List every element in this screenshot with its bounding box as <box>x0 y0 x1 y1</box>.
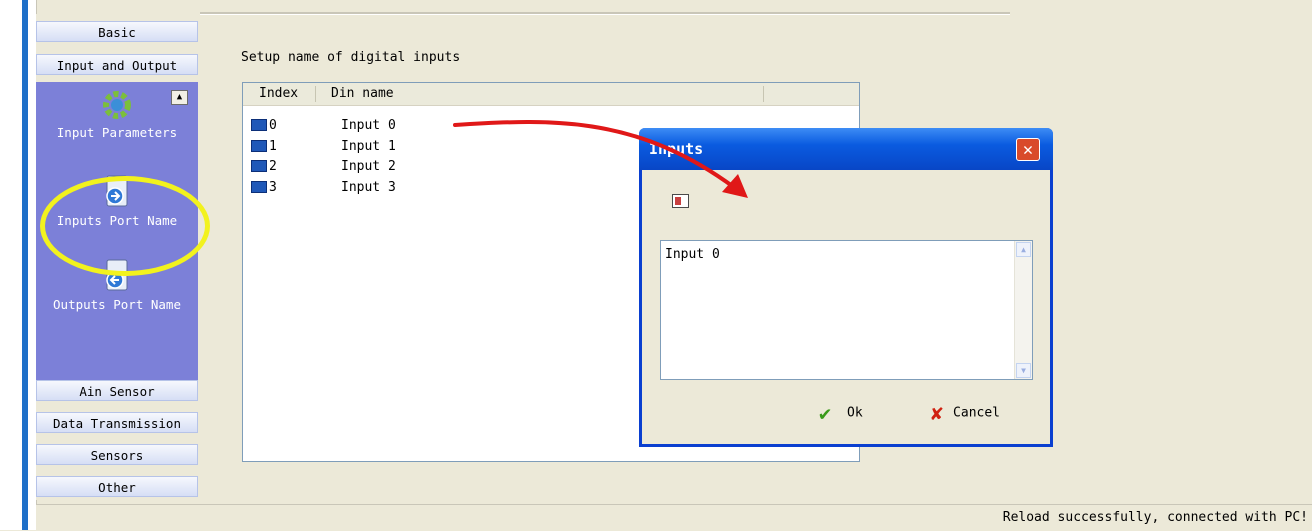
row-index: 0 <box>269 118 277 133</box>
name-card-icon[interactable] <box>672 194 689 208</box>
scroll-down-arrow-icon[interactable]: ▼ <box>1016 363 1031 378</box>
row-name: Input 0 <box>341 118 396 133</box>
page-title: Setup name of digital inputs <box>241 50 461 65</box>
status-bar: Reload successfully, connected with PC! <box>36 504 1312 531</box>
dialog-titlebar[interactable]: Inputs ✕ <box>639 128 1053 170</box>
sidebar-header-ain-sensor[interactable]: Ain Sensor <box>36 380 198 401</box>
list-header: Index Din name <box>243 83 859 106</box>
sidebar-header-other[interactable]: Other <box>36 476 198 497</box>
gear-icon <box>103 91 131 119</box>
sidebar-header-sensors[interactable]: Sensors <box>36 444 198 465</box>
close-button[interactable]: ✕ <box>1016 138 1040 161</box>
window-accent-bar <box>22 0 28 530</box>
input-arrow-icon <box>251 160 267 172</box>
input-name-field[interactable]: Input 0 ▲ ▼ <box>660 240 1033 380</box>
sidebar-header-basic[interactable]: Basic <box>36 21 198 42</box>
column-separator[interactable] <box>763 86 764 102</box>
memo-scrollbar[interactable]: ▲ ▼ <box>1014 241 1032 379</box>
top-divider <box>200 12 1010 15</box>
cancel-label: Cancel <box>953 405 1001 421</box>
sidebar-header-data-transmission[interactable]: Data Transmission <box>36 412 198 433</box>
check-icon: ✔ <box>819 401 832 425</box>
row-index: 1 <box>269 139 277 154</box>
sidebar-item-label: Outputs Port Name <box>53 297 181 312</box>
input-name-value[interactable]: Input 0 <box>665 247 720 262</box>
scroll-up-arrow-icon[interactable]: ▲ <box>1016 242 1031 257</box>
column-separator[interactable] <box>315 86 316 102</box>
highlight-ring <box>40 176 210 276</box>
row-name: Input 1 <box>341 139 396 154</box>
column-header-index[interactable]: Index <box>259 83 298 105</box>
cancel-button[interactable]: ✘ Cancel <box>931 401 1000 425</box>
ok-button[interactable]: ✔ Ok <box>819 401 863 425</box>
cancel-x-icon: ✘ <box>931 401 944 425</box>
sidebar-item-input-parameters[interactable]: Input Parameters <box>36 88 198 140</box>
window-left-edge <box>0 0 37 530</box>
row-index: 2 <box>269 159 277 174</box>
sidebar-header-input-output[interactable]: Input and Output <box>36 54 198 75</box>
input-arrow-icon <box>251 119 267 131</box>
sidebar-item-label: Input Parameters <box>56 125 178 140</box>
status-text: Reload successfully, connected with PC! <box>1002 510 1308 525</box>
ok-label: Ok <box>847 405 863 421</box>
dialog-title: Inputs <box>649 140 704 158</box>
row-name: Input 3 <box>341 180 396 195</box>
inputs-dialog: Inputs ✕ Input 0 ▲ ▼ ✔ Ok ✘ Cancel <box>639 128 1053 447</box>
row-index: 3 <box>269 180 277 195</box>
column-header-din-name[interactable]: Din name <box>331 83 394 105</box>
input-arrow-icon <box>251 140 267 152</box>
row-name: Input 2 <box>341 159 396 174</box>
input-arrow-icon <box>251 181 267 193</box>
